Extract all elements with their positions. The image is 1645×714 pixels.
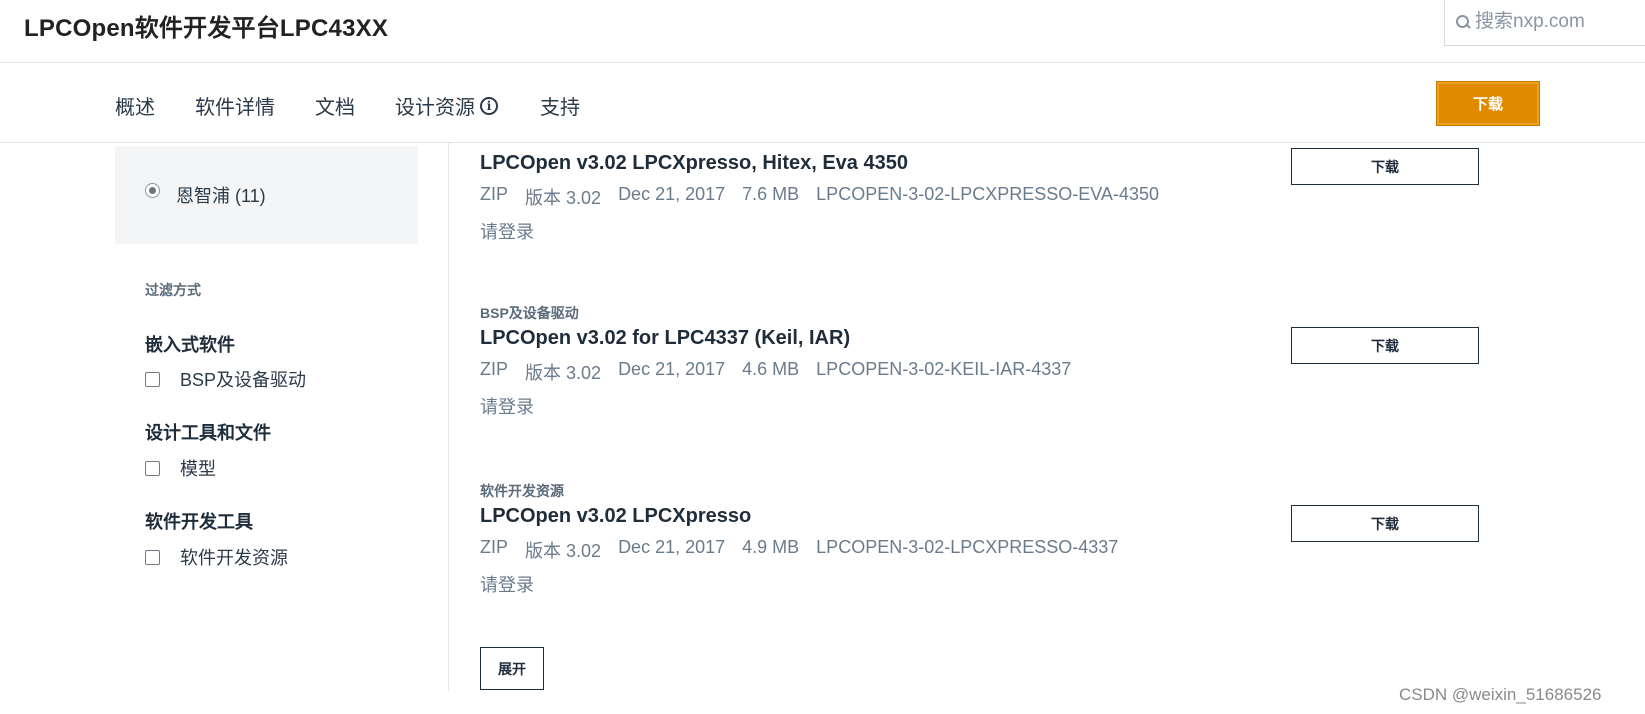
- search-icon: [1455, 14, 1469, 30]
- nav-software-details-label: 软件详情: [195, 97, 275, 119]
- result-version: 版本 3.02: [525, 541, 602, 561]
- nav-documents[interactable]: 文档: [315, 91, 355, 120]
- nav-software-details[interactable]: 软件详情: [195, 91, 275, 120]
- filter-checkbox[interactable]: [145, 371, 160, 387]
- result-category: BSP及设备驱动: [480, 305, 579, 321]
- search-input[interactable]: [1475, 11, 1645, 33]
- result-id: LPCOPEN-3-02-LPCXPRESSO-EVA-4350: [816, 184, 1159, 204]
- page-title: LPCOpen软件开发平台LPC43XX: [24, 15, 389, 42]
- filter-heading: 过滤方式: [145, 282, 201, 298]
- filter-option-dev-resources[interactable]: 软件开发资源: [145, 544, 288, 570]
- vendor-radio[interactable]: [145, 183, 160, 198]
- login-link[interactable]: 请登录: [480, 218, 1480, 244]
- filter-option-label: BSP及设备驱动: [180, 370, 307, 390]
- download-button[interactable]: 下载: [1291, 505, 1479, 542]
- result-size: 4.9 MB: [742, 537, 800, 557]
- nav-support[interactable]: 支持: [540, 91, 580, 120]
- expand-button[interactable]: 展开: [480, 647, 544, 690]
- vendor-filter-panel: 恩智浦 (11): [115, 146, 418, 244]
- result-version: 版本 3.02: [525, 188, 602, 208]
- nav-overview-label: 概述: [115, 97, 155, 119]
- result-date: Dec 21, 2017: [618, 184, 726, 204]
- nav-design-resources[interactable]: 设计资源 i: [395, 91, 498, 120]
- result-date: Dec 21, 2017: [618, 537, 726, 557]
- result-version: 版本 3.02: [525, 363, 602, 383]
- vendor-radio-label: 恩智浦 (11): [176, 186, 266, 206]
- login-link[interactable]: 请登录: [480, 571, 1480, 597]
- filter-checkbox[interactable]: [145, 460, 160, 476]
- top-bar: LPCOpen软件开发平台LPC43XX: [0, 0, 1645, 63]
- filter-group-title: 嵌入式软件: [145, 335, 235, 355]
- column-divider: [448, 143, 449, 691]
- result-format: ZIP: [480, 537, 509, 557]
- filter-option-model[interactable]: 模型: [145, 455, 216, 481]
- filter-group-title: 软件开发工具: [145, 512, 253, 532]
- download-button[interactable]: 下载: [1291, 148, 1479, 185]
- result-format: ZIP: [480, 184, 509, 204]
- search-box[interactable]: [1444, 0, 1645, 46]
- download-button[interactable]: 下载: [1291, 327, 1479, 364]
- nav-design-resources-label: 设计资源: [395, 97, 475, 119]
- section-nav: 概述 软件详情 文档 设计资源 i 支持 下载: [0, 63, 1645, 143]
- result-size: 7.6 MB: [742, 184, 800, 204]
- info-icon[interactable]: i: [480, 96, 498, 115]
- nav-overview[interactable]: 概述: [115, 91, 155, 120]
- nav-documents-label: 文档: [315, 97, 355, 119]
- filter-option-label: 模型: [180, 459, 216, 479]
- result-format: ZIP: [480, 359, 509, 379]
- watermark: CSDN @weixin_51686526: [1399, 685, 1602, 704]
- result-id: LPCOPEN-3-02-LPCXPRESSO-4337: [816, 537, 1119, 557]
- filter-checkbox[interactable]: [145, 549, 160, 565]
- filter-option-bsp[interactable]: BSP及设备驱动: [145, 366, 306, 392]
- result-meta: ZIP 版本 3.02 Dec 21, 2017 7.6 MB LPCOPEN-…: [480, 184, 1480, 210]
- result-size: 4.6 MB: [742, 359, 800, 379]
- result-id: LPCOPEN-3-02-KEIL-IAR-4337: [816, 359, 1072, 379]
- result-date: Dec 21, 2017: [618, 359, 726, 379]
- filter-group-title: 设计工具和文件: [145, 423, 271, 443]
- main-download-button[interactable]: 下载: [1436, 81, 1540, 126]
- filter-option-label: 软件开发资源: [180, 548, 288, 568]
- nav-support-label: 支持: [540, 97, 580, 119]
- login-link[interactable]: 请登录: [480, 393, 1480, 419]
- result-category: 软件开发资源: [480, 483, 564, 499]
